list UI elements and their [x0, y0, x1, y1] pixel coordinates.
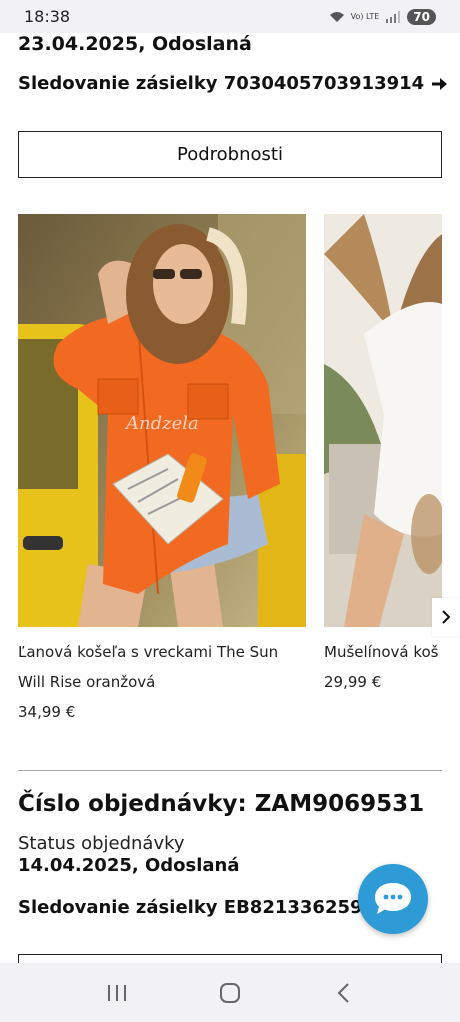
status-icons: Vo) LTE 70 [329, 8, 436, 25]
volte-indicator: Vo) LTE [350, 11, 380, 21]
order-history-content[interactable]: 23.04.2025, Odoslaná Sledovanie zásielky… [0, 33, 460, 963]
status-time: 18:38 [24, 7, 71, 26]
product-title[interactable]: Mušelínová koš [324, 637, 442, 667]
chat-button[interactable] [358, 864, 428, 934]
home-icon [219, 982, 240, 1003]
product-title[interactable]: Ľanová košeľa s vreckami The Sun Will Ri… [18, 637, 308, 697]
signal-icon [386, 10, 401, 23]
system-navigation-bar [0, 963, 460, 1022]
details-button-partial[interactable] [18, 954, 442, 963]
product-image[interactable] [324, 214, 442, 627]
watermark-text: Andzela [124, 413, 199, 434]
product-price: 29,99 € [324, 673, 382, 691]
previous-order-date-status: 23.04.2025, Odoslaná [18, 33, 252, 55]
product-price: 34,99 € [18, 703, 76, 721]
recent-apps-button[interactable] [97, 973, 137, 1013]
order-divider [18, 770, 442, 771]
order-number: Číslo objednávky: ZAM9069531 [18, 791, 425, 817]
chat-bubble-icon [375, 883, 411, 914]
wifi-icon [329, 11, 344, 22]
tracking-label: Sledovanie zásielky 7030405703913914 [18, 73, 425, 94]
carousel-next-button[interactable] [432, 598, 460, 636]
arrow-right-icon [432, 77, 448, 90]
product-card[interactable]: Mušelínová koš 29,99 € [324, 214, 442, 697]
status-bar: 18:38 Vo) LTE 70 [0, 0, 460, 33]
order-tracking-link[interactable]: Sledovanie zásielky EB821336259SK [18, 897, 413, 918]
back-icon [337, 982, 350, 1003]
product-card[interactable]: Andzela Ľanová košeľa s vreckami The Sun… [18, 214, 308, 727]
order-status-label: Status objednávky [18, 833, 185, 854]
battery-indicator: 70 [407, 8, 436, 25]
previous-tracking-link[interactable]: Sledovanie zásielky 7030405703913914 [18, 73, 448, 94]
recent-apps-icon [107, 984, 126, 1001]
chevron-right-icon [442, 610, 451, 624]
product-carousel[interactable]: Andzela Ľanová košeľa s vreckami The Sun… [18, 214, 460, 734]
home-button[interactable] [210, 973, 250, 1013]
details-button[interactable]: Podrobnosti [18, 131, 442, 178]
order-date-status: 14.04.2025, Odoslaná [18, 855, 240, 876]
product-image[interactable]: Andzela [18, 214, 306, 627]
tracking-label: Sledovanie zásielky EB821336259SK [18, 897, 390, 918]
back-button[interactable] [323, 973, 363, 1013]
